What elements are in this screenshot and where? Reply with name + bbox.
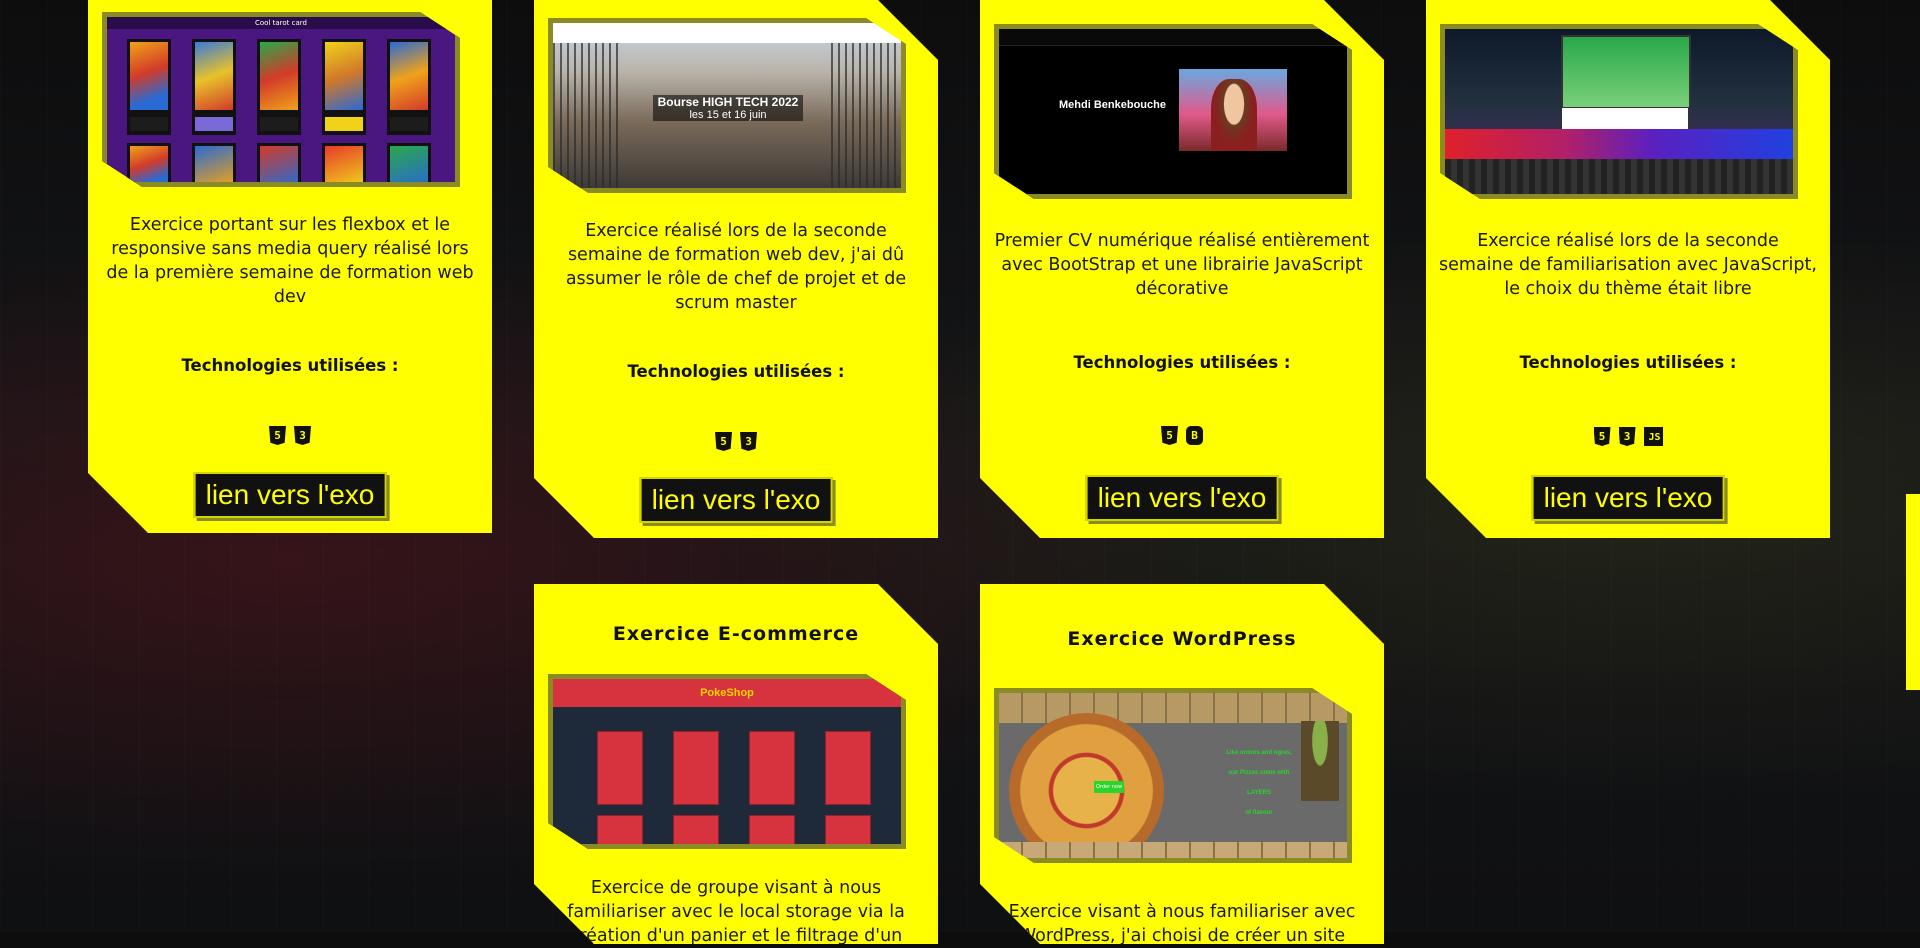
project-description: Premier CV numérique réalisé entièrement… (994, 231, 1370, 299)
technologies-heading: Technologies utilisées : (1073, 353, 1291, 372)
project-card-flexbox: Cool tarot card Exercice portant sur les… (88, 0, 492, 533)
technology-icons: 5 3 JS (1426, 427, 1830, 446)
screenshot-order-button: Order now (1094, 781, 1124, 793)
technology-icons: 5 3 (88, 426, 492, 445)
avatar (1211, 79, 1257, 151)
scroll-indicator[interactable] (1906, 494, 1920, 690)
project-screenshot: Like onions and ogres, our Pizzas come w… (994, 688, 1352, 863)
tarot-card (127, 39, 171, 135)
project-screenshot (1440, 24, 1798, 199)
tarot-card (322, 143, 366, 187)
css3-icon: 3 (740, 432, 757, 451)
tarot-card (387, 143, 431, 187)
html5-icon: 5 (1161, 426, 1178, 445)
tarot-card (387, 39, 431, 135)
brick-wall (999, 693, 1347, 723)
project-screenshot: Bourse HIGH TECH 2022 les 15 et 16 juin (548, 18, 906, 193)
project-card-wordpress: Exercice WordPress Like onions and ogres… (980, 584, 1384, 944)
project-link-button[interactable]: lien vers l'exo (1086, 475, 1279, 521)
pizza-image (1009, 713, 1164, 863)
project-card-cv: Mehdi Benkebouche Premier CV numérique r… (980, 0, 1384, 538)
product-card (597, 815, 643, 849)
project-description: Exercice de groupe visant à nous familia… (567, 878, 905, 946)
game-dialog (1561, 107, 1689, 131)
html5-icon: 5 (269, 426, 286, 445)
screenshot-heading: Bourse HIGH TECH 2022 les 15 et 16 juin (653, 95, 803, 121)
game-banner (1445, 129, 1793, 159)
card-title: Exercice WordPress (1067, 628, 1297, 650)
project-screenshot: PokeShop (548, 674, 906, 849)
javascript-icon: JS (1644, 427, 1663, 446)
project-card-bourse: Bourse HIGH TECH 2022 les 15 et 16 juin … (534, 0, 938, 538)
product-card (825, 815, 871, 849)
tarot-card (127, 143, 171, 187)
technology-icons: 5 B (980, 426, 1384, 445)
product-card (673, 815, 719, 849)
technologies-heading: Technologies utilisées : (627, 362, 845, 381)
project-description: Exercice portant sur les flexbox et le r… (106, 215, 474, 307)
project-link-button[interactable]: lien vers l'exo (194, 472, 387, 518)
screenshot-navbar (999, 29, 1347, 46)
technologies-heading: Technologies utilisées : (1519, 353, 1737, 372)
product-card (673, 731, 719, 805)
project-description: Exercice réalisé lors de la seconde sema… (1439, 231, 1817, 299)
technology-icons: 5 3 (534, 432, 938, 451)
project-link-button[interactable]: lien vers l'exo (640, 477, 833, 523)
css3-icon: 3 (1619, 427, 1636, 446)
screenshot-title-bar: Cool tarot card (107, 17, 455, 29)
product-card (749, 815, 795, 849)
bootstrap-icon: B (1186, 426, 1203, 445)
tarot-card (322, 39, 366, 135)
tarot-card (192, 39, 236, 135)
card-title: Exercice E-commerce (612, 623, 860, 645)
project-card-ecommerce: Exercice E-commerce PokeShop Exercice de… (534, 584, 938, 944)
brick-floor (999, 842, 1347, 858)
product-card (749, 731, 795, 805)
product-card (825, 731, 871, 805)
project-link-button[interactable]: lien vers l'exo (1532, 475, 1725, 521)
project-description: Exercice réalisé lors de la seconde sema… (565, 221, 907, 313)
project-description: Exercice visant à nous familiariser avec… (1008, 902, 1356, 946)
project-screenshot: Cool tarot card (102, 12, 460, 187)
tarot-card (257, 143, 301, 187)
game-field (1561, 35, 1691, 109)
tarot-card (192, 143, 236, 187)
html5-icon: 5 (1594, 427, 1611, 446)
product-card (597, 731, 643, 805)
css3-icon: 3 (294, 426, 311, 445)
tarot-card (257, 39, 301, 135)
project-screenshot: Mehdi Benkebouche (994, 24, 1352, 199)
screenshot-header: PokeShop (553, 679, 901, 707)
screenshot-tagline: Like onions and ogres, our Pizzas come w… (1226, 750, 1292, 816)
screenshot-name: Mehdi Benkebouche (1059, 99, 1166, 111)
project-card-javascript: Exercice réalisé lors de la seconde sema… (1426, 0, 1830, 538)
technologies-heading: Technologies utilisées : (181, 356, 399, 375)
stadium-stands (1445, 159, 1793, 194)
screenshot-navbar (553, 23, 901, 43)
html5-icon: 5 (715, 432, 732, 451)
